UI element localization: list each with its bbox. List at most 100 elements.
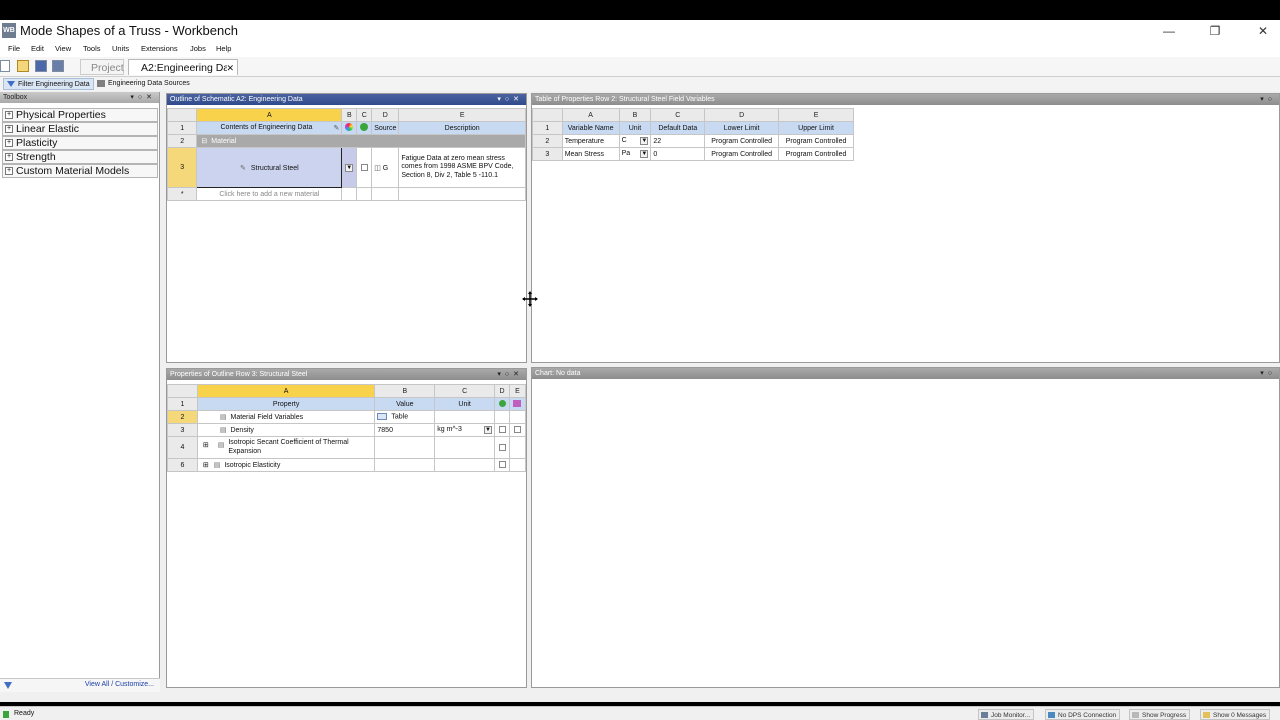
- col-letter-a[interactable]: A: [561, 108, 620, 122]
- table-row: 3 ▤ Density 7850 kg m^-3 ▼: [167, 423, 527, 437]
- checkbox[interactable]: [498, 461, 506, 469]
- upper-limit[interactable]: Program Controlled: [778, 134, 854, 148]
- property-name-cell[interactable]: ▤ Density: [196, 423, 376, 437]
- value-header: Value: [374, 397, 436, 411]
- toolbox-linear-elastic[interactable]: + Linear Elastic: [2, 122, 158, 136]
- save-icon[interactable]: [35, 60, 47, 72]
- toolbox-physical-properties[interactable]: + Physical Properties: [2, 108, 158, 122]
- expand-icon[interactable]: +: [5, 139, 13, 147]
- close-tab-icon[interactable]: ✕: [226, 60, 234, 76]
- property-name-cell[interactable]: ▤ Material Field Variables: [196, 410, 376, 424]
- lower-limit[interactable]: Program Controlled: [704, 147, 780, 161]
- tab-engineering-data[interactable]: A2:Engineering Data ✕: [128, 59, 238, 75]
- toolbox-custom-material-models[interactable]: + Custom Material Models: [2, 164, 158, 178]
- filter-engineering-data-button[interactable]: Filter Engineering Data: [3, 78, 94, 90]
- col-letter-d[interactable]: D: [371, 108, 400, 122]
- save-as-icon[interactable]: [52, 60, 64, 72]
- open-icon[interactable]: [17, 60, 29, 72]
- new-icon[interactable]: [0, 60, 10, 72]
- dropdown-arrow-icon[interactable]: ▼: [640, 150, 649, 158]
- checkbox-cell[interactable]: [494, 458, 510, 472]
- panel-controls-icon[interactable]: ▾○✕: [130, 92, 156, 103]
- toolbox-strength[interactable]: + Strength: [2, 150, 158, 164]
- checkbox-cell[interactable]: [508, 423, 527, 437]
- field-variables-table: A B C D E 1 Variable Name Unit Default D…: [532, 108, 854, 161]
- dps-connection-button[interactable]: No DPS Connection: [1045, 709, 1121, 720]
- filter-icon[interactable]: [4, 682, 12, 689]
- property-value[interactable]: 7850: [374, 423, 436, 437]
- checkbox[interactable]: [360, 163, 368, 171]
- col-letter-c[interactable]: C: [434, 384, 496, 398]
- col-letter-a[interactable]: A: [196, 384, 376, 398]
- menu-extensions[interactable]: Extensions: [141, 44, 178, 53]
- panel-controls-icon[interactable]: ▾○: [1260, 94, 1276, 105]
- col-letter-b[interactable]: B: [618, 108, 652, 122]
- unit-select[interactable]: kg m^-3 ▼: [434, 423, 496, 437]
- pin-icon[interactable]: ✎: [333, 124, 339, 132]
- property-name-cell[interactable]: ⊞ ▤ Isotropic Secant Coefficient of Therma…: [196, 436, 376, 459]
- menu-jobs[interactable]: Jobs: [190, 44, 206, 53]
- checkbox-cell[interactable]: [494, 436, 510, 459]
- minimize-icon[interactable]: —: [1154, 23, 1184, 39]
- add-material-cell[interactable]: Click here to add a new material: [196, 187, 343, 201]
- view-all-customize-link[interactable]: View All / Customize...: [85, 681, 154, 688]
- menu-units[interactable]: Units: [112, 44, 129, 53]
- expand-icon[interactable]: ⊞: [203, 442, 209, 451]
- show-messages-button[interactable]: Show 0 Messages: [1200, 709, 1271, 720]
- material-group-row[interactable]: ⊟ Material: [196, 134, 526, 148]
- menu-tools[interactable]: Tools: [83, 44, 101, 53]
- restore-icon[interactable]: ❐: [1200, 23, 1230, 39]
- messages-icon: [1203, 712, 1210, 718]
- unit-select[interactable]: C ▼: [618, 134, 652, 148]
- col-letter-b[interactable]: B: [341, 108, 358, 122]
- material-name-cell[interactable]: ✎ Structural Steel: [196, 147, 343, 188]
- tab-project[interactable]: Project: [80, 59, 124, 75]
- col-letter-a[interactable]: A: [196, 108, 343, 122]
- panel-controls-icon[interactable]: ▾○✕: [497, 94, 523, 105]
- expand-icon[interactable]: +: [5, 125, 13, 133]
- panel-controls-icon[interactable]: ▾○✕: [497, 369, 523, 380]
- row-number: 1: [167, 397, 198, 411]
- material-checkbox-cell[interactable]: [356, 147, 373, 188]
- toolbox-plasticity[interactable]: + Plasticity: [2, 136, 158, 150]
- default-data[interactable]: 22: [650, 134, 706, 148]
- menu-help[interactable]: Help: [216, 44, 231, 53]
- expand-icon[interactable]: +: [5, 111, 13, 119]
- close-icon[interactable]: ✕: [1248, 23, 1278, 39]
- property-name-cell[interactable]: ⊞ ▤ Isotropic Elasticity: [196, 458, 376, 472]
- expand-icon[interactable]: +: [5, 153, 13, 161]
- default-data[interactable]: 0: [650, 147, 706, 161]
- dropdown-arrow-icon[interactable]: ▼: [345, 163, 354, 172]
- lower-limit[interactable]: Program Controlled: [704, 134, 780, 148]
- parameter-checkbox[interactable]: [513, 426, 521, 434]
- col-letter-e[interactable]: E: [508, 384, 527, 398]
- source-library-icon: ◫: [374, 164, 381, 172]
- col-letter-d[interactable]: D: [704, 108, 780, 122]
- col-letter-c[interactable]: C: [650, 108, 706, 122]
- menu-file[interactable]: File: [8, 44, 20, 53]
- engineering-data-sources-button[interactable]: Engineering Data Sources: [94, 78, 193, 90]
- expand-icon[interactable]: +: [5, 167, 13, 175]
- checkbox-cell[interactable]: [494, 423, 510, 437]
- property-value-cell[interactable]: Table: [374, 410, 436, 424]
- unit-select[interactable]: Pa ▼: [618, 147, 652, 161]
- show-progress-button[interactable]: Show Progress: [1129, 709, 1191, 720]
- expand-icon[interactable]: ⊞: [203, 462, 209, 469]
- checkbox[interactable]: [498, 443, 506, 451]
- checkbox[interactable]: [498, 426, 506, 434]
- col-letter-e[interactable]: E: [778, 108, 854, 122]
- dropdown-arrow-icon[interactable]: ▼: [640, 137, 649, 145]
- col-letter-d[interactable]: D: [494, 384, 510, 398]
- menu-edit[interactable]: Edit: [31, 44, 44, 53]
- job-monitor-button[interactable]: Job Monitor...: [978, 709, 1035, 720]
- col-letter-b[interactable]: B: [374, 384, 436, 398]
- menu-view[interactable]: View: [55, 44, 71, 53]
- col-letter-e[interactable]: E: [398, 108, 526, 122]
- panel-controls-icon[interactable]: ▾○: [1260, 368, 1276, 379]
- col-letter-c[interactable]: C: [356, 108, 373, 122]
- upper-limit[interactable]: Program Controlled: [778, 147, 854, 161]
- collapse-icon[interactable]: ⊟: [201, 138, 207, 145]
- material-dropdown-cell[interactable]: ▼: [341, 147, 358, 188]
- dropdown-arrow-icon[interactable]: ▼: [484, 426, 493, 434]
- property-unit: [434, 410, 496, 424]
